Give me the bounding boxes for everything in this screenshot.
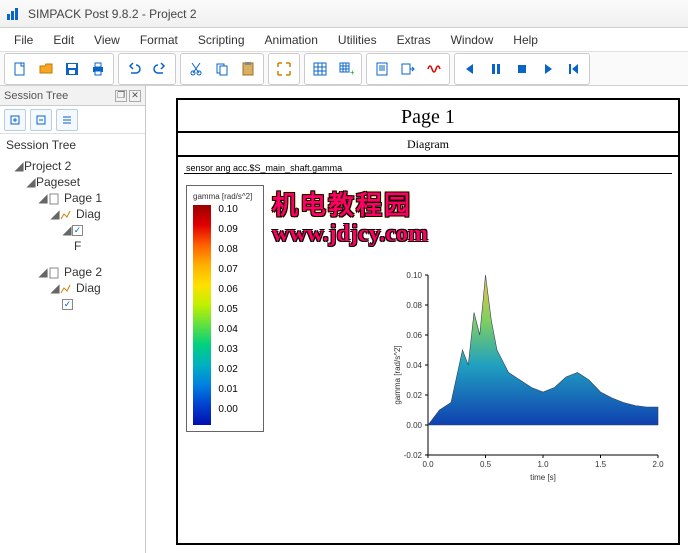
signal-button[interactable] [421,56,447,82]
fit-button[interactable] [271,56,297,82]
open-button[interactable] [33,56,59,82]
svg-text:0.10: 0.10 [406,271,422,280]
expand-all-button[interactable] [4,109,26,131]
tree-f-item[interactable]: F [4,238,143,254]
svg-text:2.0: 2.0 [652,460,664,469]
colorbar-label: gamma [rad/s^2] [193,192,259,201]
colorbar-ticks: 0.100.090.08 0.070.060.05 0.040.030.02 0… [218,205,237,425]
menu-format[interactable]: Format [130,30,188,50]
tree-toolbar [0,106,145,134]
paste-button[interactable] [235,56,261,82]
sensor-label: sensor ang acc.$S_main_shaft.gamma [184,161,672,174]
tree-diag1[interactable]: ◢Diag [4,206,143,222]
menu-animation[interactable]: Animation [255,30,328,50]
svg-text:0.02: 0.02 [406,391,422,400]
grid-button[interactable] [307,56,333,82]
play-back-button[interactable] [457,56,483,82]
panel-float-icon[interactable]: ❐ [115,90,127,102]
app-logo-icon [6,6,22,22]
menu-extras[interactable]: Extras [387,30,441,50]
menu-scripting[interactable]: Scripting [188,30,255,50]
panel-title: Session Tree [4,90,68,102]
page-subtitle: Diagram [178,133,678,157]
chart-icon [60,209,74,221]
toolbar: + [0,52,688,86]
menu-edit[interactable]: Edit [43,30,84,50]
menu-utilities[interactable]: Utilities [328,30,387,50]
skip-start-button[interactable] [561,56,587,82]
page-title: Page 1 [178,100,678,133]
save-button[interactable] [59,56,85,82]
redo-button[interactable] [147,56,173,82]
svg-text:+: + [350,68,354,77]
tree-project[interactable]: ◢Project 2 [4,158,143,174]
gradient-icon [193,205,211,425]
menu-view[interactable]: View [84,30,130,50]
tree-page1[interactable]: ◢Page 1 [4,190,143,206]
tree-item-check1[interactable]: ◢✓ [4,222,143,238]
menu-file[interactable]: File [4,30,43,50]
diagram-area: sensor ang acc.$S_main_shaft.gamma gamma… [178,157,678,184]
svg-text:0.00: 0.00 [406,421,422,430]
colorbar: gamma [rad/s^2] 0.100.090.08 0.070.060.0… [186,185,264,432]
tree-option-button[interactable] [56,109,78,131]
watermark-text-1: 机电教程园 [272,185,412,222]
page-icon [48,267,62,279]
xlabel: time [s] [530,473,556,482]
export-button[interactable] [395,56,421,82]
panel-close-icon[interactable]: ✕ [129,90,141,102]
panel-header: Session Tree ❐ ✕ [0,86,145,106]
pause-button[interactable] [483,56,509,82]
tree-item-check2[interactable]: ✓ [4,296,143,312]
tree-page2[interactable]: ◢Page 2 [4,264,143,280]
menu-help[interactable]: Help [503,30,548,50]
play-button[interactable] [535,56,561,82]
page-button[interactable] [369,56,395,82]
tree-diag2[interactable]: ◢Diag [4,280,143,296]
title-bar: SIMPACK Post 9.8.2 - Project 2 [0,0,688,28]
tree-title: Session Tree [0,134,145,156]
svg-text:1.0: 1.0 [537,460,549,469]
plot: -0.02 0.00 0.02 0.04 0.06 0.08 0.10 0.0 0.5 1.0 1… [388,265,668,485]
undo-button[interactable] [121,56,147,82]
svg-text:1.5: 1.5 [595,460,607,469]
menu-bar: File Edit View Format Scripting Animatio… [0,28,688,52]
stop-button[interactable] [509,56,535,82]
copy-button[interactable] [209,56,235,82]
svg-text:0.06: 0.06 [406,331,422,340]
svg-text:0.04: 0.04 [406,361,422,370]
collapse-all-button[interactable] [30,109,52,131]
grid-add-button[interactable]: + [333,56,359,82]
tree-pageset[interactable]: ◢Pageset [4,174,143,190]
svg-text:0.5: 0.5 [480,460,492,469]
svg-text:0.08: 0.08 [406,301,422,310]
page-frame: Page 1 Diagram sensor ang acc.$S_main_sh… [176,98,680,545]
watermark-text-2: www.jdjcy.com [272,221,428,248]
page-canvas[interactable]: Page 1 Diagram sensor ang acc.$S_main_sh… [146,86,688,553]
window-title: SIMPACK Post 9.8.2 - Project 2 [28,7,197,21]
print-button[interactable] [85,56,111,82]
svg-text:0.0: 0.0 [422,460,434,469]
sidebar: Session Tree ❐ ✕ Session Tree ◢Project 2… [0,86,146,553]
page-icon [48,193,62,205]
ylabel: gamma [rad/s^2] [393,345,402,404]
menu-window[interactable]: Window [441,30,504,50]
cut-button[interactable] [183,56,209,82]
chart-icon [60,283,74,295]
new-button[interactable] [7,56,33,82]
session-tree[interactable]: ◢Project 2 ◢Pageset ◢Page 1 ◢Diag ◢✓ F ◢… [0,156,145,553]
svg-text:-0.02: -0.02 [404,451,423,460]
